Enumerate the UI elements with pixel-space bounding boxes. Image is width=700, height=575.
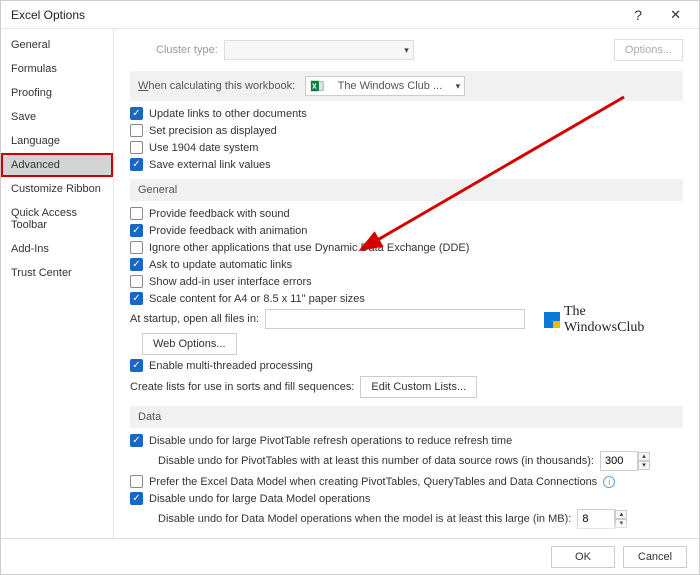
cluster-options-button[interactable]: Options...: [614, 39, 683, 61]
dm-size-input[interactable]: [577, 509, 615, 529]
dm-size-row: Disable undo for Data Model operations w…: [158, 509, 683, 529]
sidebar-item-customize-ribbon[interactable]: Customize Ribbon: [1, 177, 113, 201]
sidebar-item-qat[interactable]: Quick Access Toolbar: [1, 201, 113, 237]
chevron-down-icon: ▾: [456, 81, 461, 92]
checkbox-icon: [130, 124, 143, 137]
help-icon[interactable]: ?: [628, 3, 648, 27]
sidebar-item-language[interactable]: Language: [1, 129, 113, 153]
cluster-select[interactable]: ▾: [224, 40, 414, 60]
check-disable-undo-dm[interactable]: Disable undo for large Data Model operat…: [130, 492, 683, 505]
spin-up-icon[interactable]: ▴: [638, 452, 650, 461]
edit-custom-lists-button[interactable]: Edit Custom Lists...: [360, 376, 477, 398]
excel-icon: [310, 79, 324, 93]
sidebar-item-trust-center[interactable]: Trust Center: [1, 261, 113, 285]
checkbox-icon: [130, 241, 143, 254]
web-options-button[interactable]: Web Options...: [142, 333, 237, 355]
excel-options-dialog: Excel Options ? ✕ General Formulas Proof…: [0, 0, 700, 575]
check-update-links[interactable]: Update links to other documents: [130, 107, 683, 120]
check-prefer-datamodel[interactable]: Prefer the Excel Data Model when creatin…: [130, 475, 683, 488]
web-options-row: Web Options...: [130, 333, 683, 355]
spin-down-icon[interactable]: ▾: [615, 519, 627, 528]
pivot-rows-label: Disable undo for PivotTables with at lea…: [158, 455, 594, 467]
spin-down-icon[interactable]: ▾: [638, 461, 650, 470]
dialog-body: General Formulas Proofing Save Language …: [1, 29, 699, 538]
workbook-select[interactable]: The Windows Club ... ▾: [305, 76, 465, 96]
pivot-rows-spinner[interactable]: ▴▾: [600, 451, 650, 471]
check-set-precision[interactable]: Set precision as displayed: [130, 124, 683, 137]
check-multithread[interactable]: Enable multi-threaded processing: [130, 359, 683, 372]
check-feedback-anim[interactable]: Provide feedback with animation: [130, 224, 683, 237]
cancel-button[interactable]: Cancel: [623, 546, 687, 568]
checkbox-icon: [130, 107, 143, 120]
sidebar-item-addins[interactable]: Add-Ins: [1, 237, 113, 261]
cluster-label: Cluster type:: [156, 44, 218, 56]
watermark: The WindowsClub: [544, 304, 644, 336]
section-general: General: [130, 179, 683, 201]
checkbox-icon: [130, 275, 143, 288]
dm-size-spinner[interactable]: ▴▾: [577, 509, 627, 529]
check-show-addin-err[interactable]: Show add-in user interface errors: [130, 275, 683, 288]
pivot-rows-input[interactable]: [600, 451, 638, 471]
checkbox-icon: [130, 359, 143, 372]
titlebar-controls: ? ✕: [628, 3, 699, 27]
check-save-external[interactable]: Save external link values: [130, 158, 683, 171]
checkbox-icon: [130, 141, 143, 154]
sidebar-item-proofing[interactable]: Proofing: [1, 81, 113, 105]
startup-label: At startup, open all files in:: [130, 313, 259, 325]
sidebar-item-formulas[interactable]: Formulas: [1, 57, 113, 81]
info-icon[interactable]: i: [603, 476, 615, 488]
checkbox-icon: [130, 434, 143, 447]
windowsclub-icon: [544, 312, 560, 328]
checkbox-icon: [130, 475, 143, 488]
checkbox-icon: [130, 292, 143, 305]
titlebar: Excel Options ? ✕: [1, 1, 699, 29]
close-icon[interactable]: ✕: [664, 3, 687, 27]
sidebar-item-advanced[interactable]: Advanced: [1, 153, 113, 177]
cluster-row: Cluster type: ▾ Options...: [156, 39, 683, 61]
checkbox-icon: [130, 158, 143, 171]
check-ask-update[interactable]: Ask to update automatic links: [130, 258, 683, 271]
sidebar: General Formulas Proofing Save Language …: [1, 29, 114, 538]
checkbox-icon: [130, 224, 143, 237]
checkbox-icon: [130, 258, 143, 271]
startup-folder-input[interactable]: [265, 309, 525, 329]
create-lists-row: Create lists for use in sorts and fill s…: [130, 376, 683, 398]
options-panel: Cluster type: ▾ Options... When calculat…: [114, 29, 699, 538]
chevron-down-icon: ▾: [404, 45, 409, 56]
section-label: When calculating this workbook:: [138, 80, 295, 92]
create-lists-label: Create lists for use in sorts and fill s…: [130, 381, 354, 393]
checkbox-icon: [130, 207, 143, 220]
pivot-rows-row: Disable undo for PivotTables with at lea…: [158, 451, 683, 471]
spin-up-icon[interactable]: ▴: [615, 510, 627, 519]
dm-size-label: Disable undo for Data Model operations w…: [158, 513, 571, 525]
window-title: Excel Options: [11, 8, 85, 22]
ok-button[interactable]: OK: [551, 546, 615, 568]
sidebar-item-general[interactable]: General: [1, 33, 113, 57]
checkbox-icon: [130, 492, 143, 505]
check-feedback-sound[interactable]: Provide feedback with sound: [130, 207, 683, 220]
check-disable-undo-pivot[interactable]: Disable undo for large PivotTable refres…: [130, 434, 683, 447]
dialog-footer: OK Cancel: [1, 538, 699, 574]
check-ignore-dde[interactable]: Ignore other applications that use Dynam…: [130, 241, 683, 254]
check-use-1904[interactable]: Use 1904 date system: [130, 141, 683, 154]
section-when-calculating: When calculating this workbook: The Wind…: [130, 71, 683, 101]
sidebar-item-save[interactable]: Save: [1, 105, 113, 129]
section-data: Data: [130, 406, 683, 428]
